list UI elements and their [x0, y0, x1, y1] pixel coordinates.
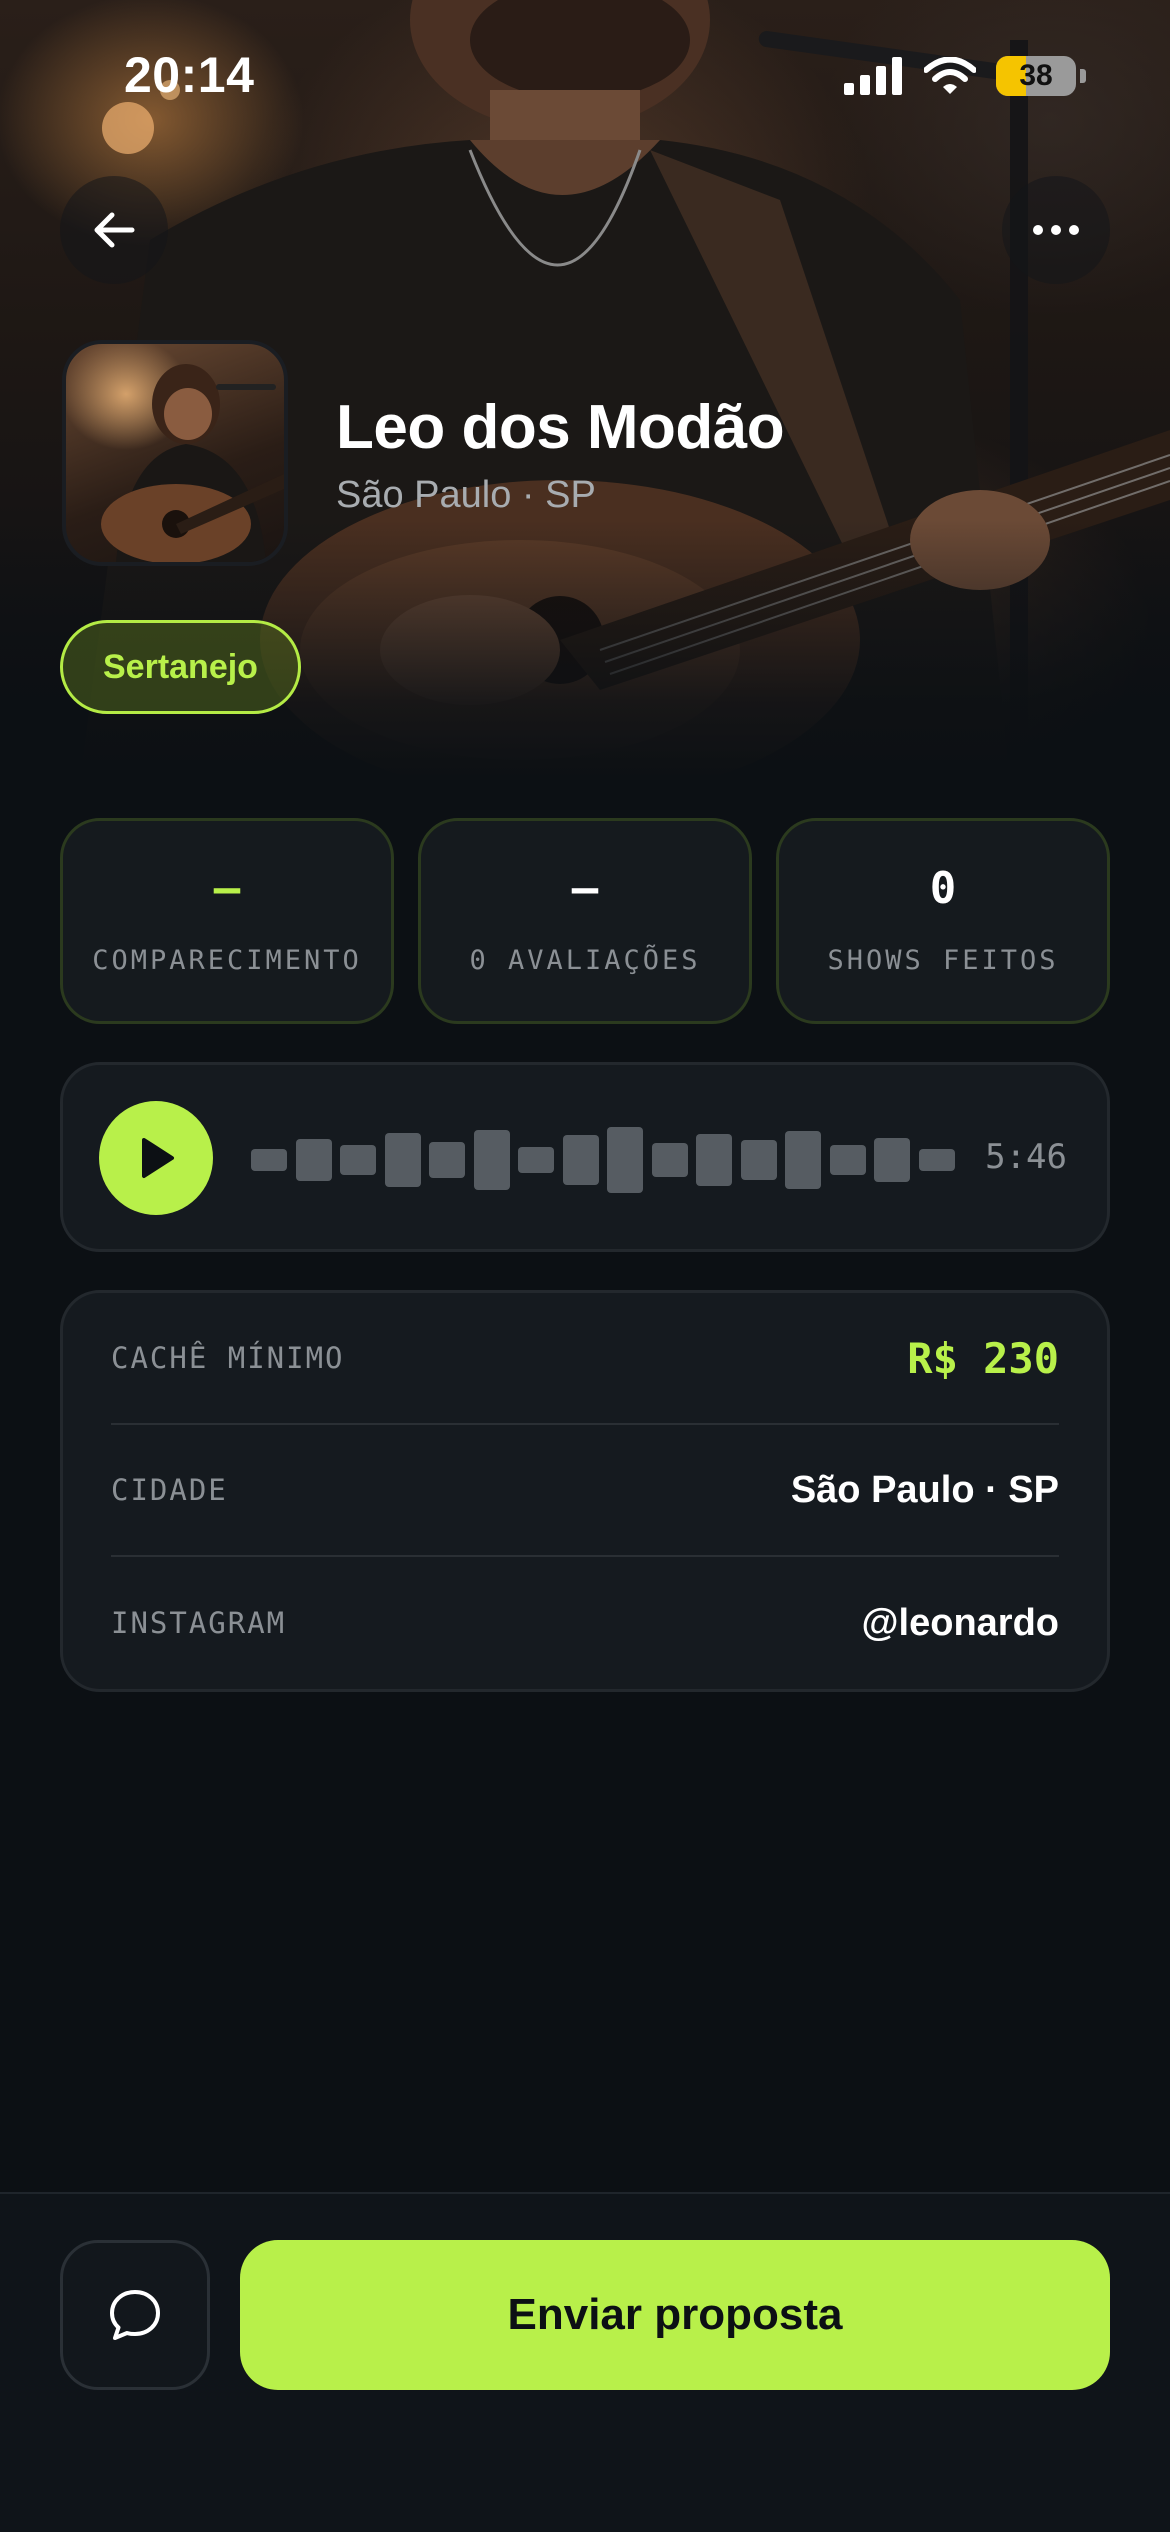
genre-chip[interactable]: Sertanejo: [60, 620, 301, 714]
stat-value: –: [571, 862, 599, 914]
avatar: [62, 340, 288, 566]
stat-label: 0 AVALIAÇÕES: [469, 944, 701, 976]
status-time: 20:14: [124, 47, 255, 103]
artist-city: São Paulo · SP: [336, 474, 596, 516]
battery-icon: 38: [996, 56, 1076, 96]
waveform-bar: [918, 1149, 955, 1171]
info-row-instagram: INSTAGRAM @leonardo: [111, 1557, 1059, 1689]
avatar-photo: [101, 364, 284, 562]
waveform-bar: [340, 1145, 376, 1175]
info-value: São Paulo · SP: [790, 1468, 1059, 1511]
play-icon: [142, 1138, 174, 1178]
stat-value: –: [213, 862, 241, 914]
play-button[interactable]: [99, 1101, 213, 1215]
stat-attendance: – COMPARECIMENTO: [60, 818, 394, 1024]
info-card: CACHÊ MÍNIMO R$ 230 CIDADE São Paulo · S…: [60, 1290, 1110, 1692]
more-options-button[interactable]: [1002, 176, 1110, 284]
waveform-bar: [429, 1142, 465, 1178]
more-horizontal-icon: [1033, 225, 1079, 235]
waveform-bar: [740, 1140, 777, 1180]
artist-name: Leo dos Modão: [336, 393, 785, 462]
info-row-city: CIDADE São Paulo · SP: [111, 1425, 1059, 1557]
waveform-bar: [562, 1135, 599, 1185]
waveform-bar: [473, 1130, 510, 1190]
waveform-bar: [829, 1145, 866, 1175]
battery-cap: [1080, 69, 1086, 83]
stat-value: 0: [929, 862, 957, 914]
cellular-signal-icon: [844, 57, 902, 95]
waveform-bar: [251, 1149, 287, 1171]
waveform-bar: [785, 1131, 821, 1189]
audio-player: 5:46: [60, 1062, 1110, 1252]
bottom-action-bar: Enviar proposta: [0, 2192, 1170, 2532]
waveform-bar: [607, 1127, 643, 1193]
info-label: CACHÊ MÍNIMO: [111, 1341, 345, 1375]
waveform-bar: [651, 1143, 688, 1177]
stat-label: COMPARECIMENTO: [92, 944, 362, 976]
back-button[interactable]: [60, 176, 168, 284]
waveform-bar: [518, 1147, 554, 1173]
info-label: CIDADE: [111, 1473, 228, 1507]
battery-percent: 38: [1019, 59, 1053, 92]
stat-shows: 0 SHOWS FEITOS: [776, 818, 1110, 1024]
chat-button[interactable]: [60, 2240, 210, 2390]
instagram-link[interactable]: @leonardo: [861, 1602, 1059, 1645]
waveform-bar: [384, 1133, 421, 1187]
wifi-icon: [924, 57, 976, 94]
arrow-left-icon: [94, 212, 135, 248]
waveform-bar: [295, 1139, 332, 1181]
status-icons: 38: [844, 56, 1086, 96]
audio-duration: 5:46: [985, 1137, 1067, 1177]
chat-bubble-icon: [110, 2290, 160, 2340]
stat-label: SHOWS FEITOS: [827, 944, 1059, 976]
send-proposal-button[interactable]: Enviar proposta: [240, 2240, 1110, 2390]
waveform-bar: [696, 1134, 732, 1186]
info-row-fee: CACHÊ MÍNIMO R$ 230: [111, 1293, 1059, 1425]
info-value: R$ 230: [907, 1333, 1059, 1383]
waveform-bar: [874, 1138, 910, 1182]
stat-reviews[interactable]: – 0 AVALIAÇÕES: [418, 818, 752, 1024]
stats-row: – COMPARECIMENTO – 0 AVALIAÇÕES 0 SHOWS …: [60, 818, 1110, 1024]
info-label: INSTAGRAM: [111, 1606, 287, 1640]
